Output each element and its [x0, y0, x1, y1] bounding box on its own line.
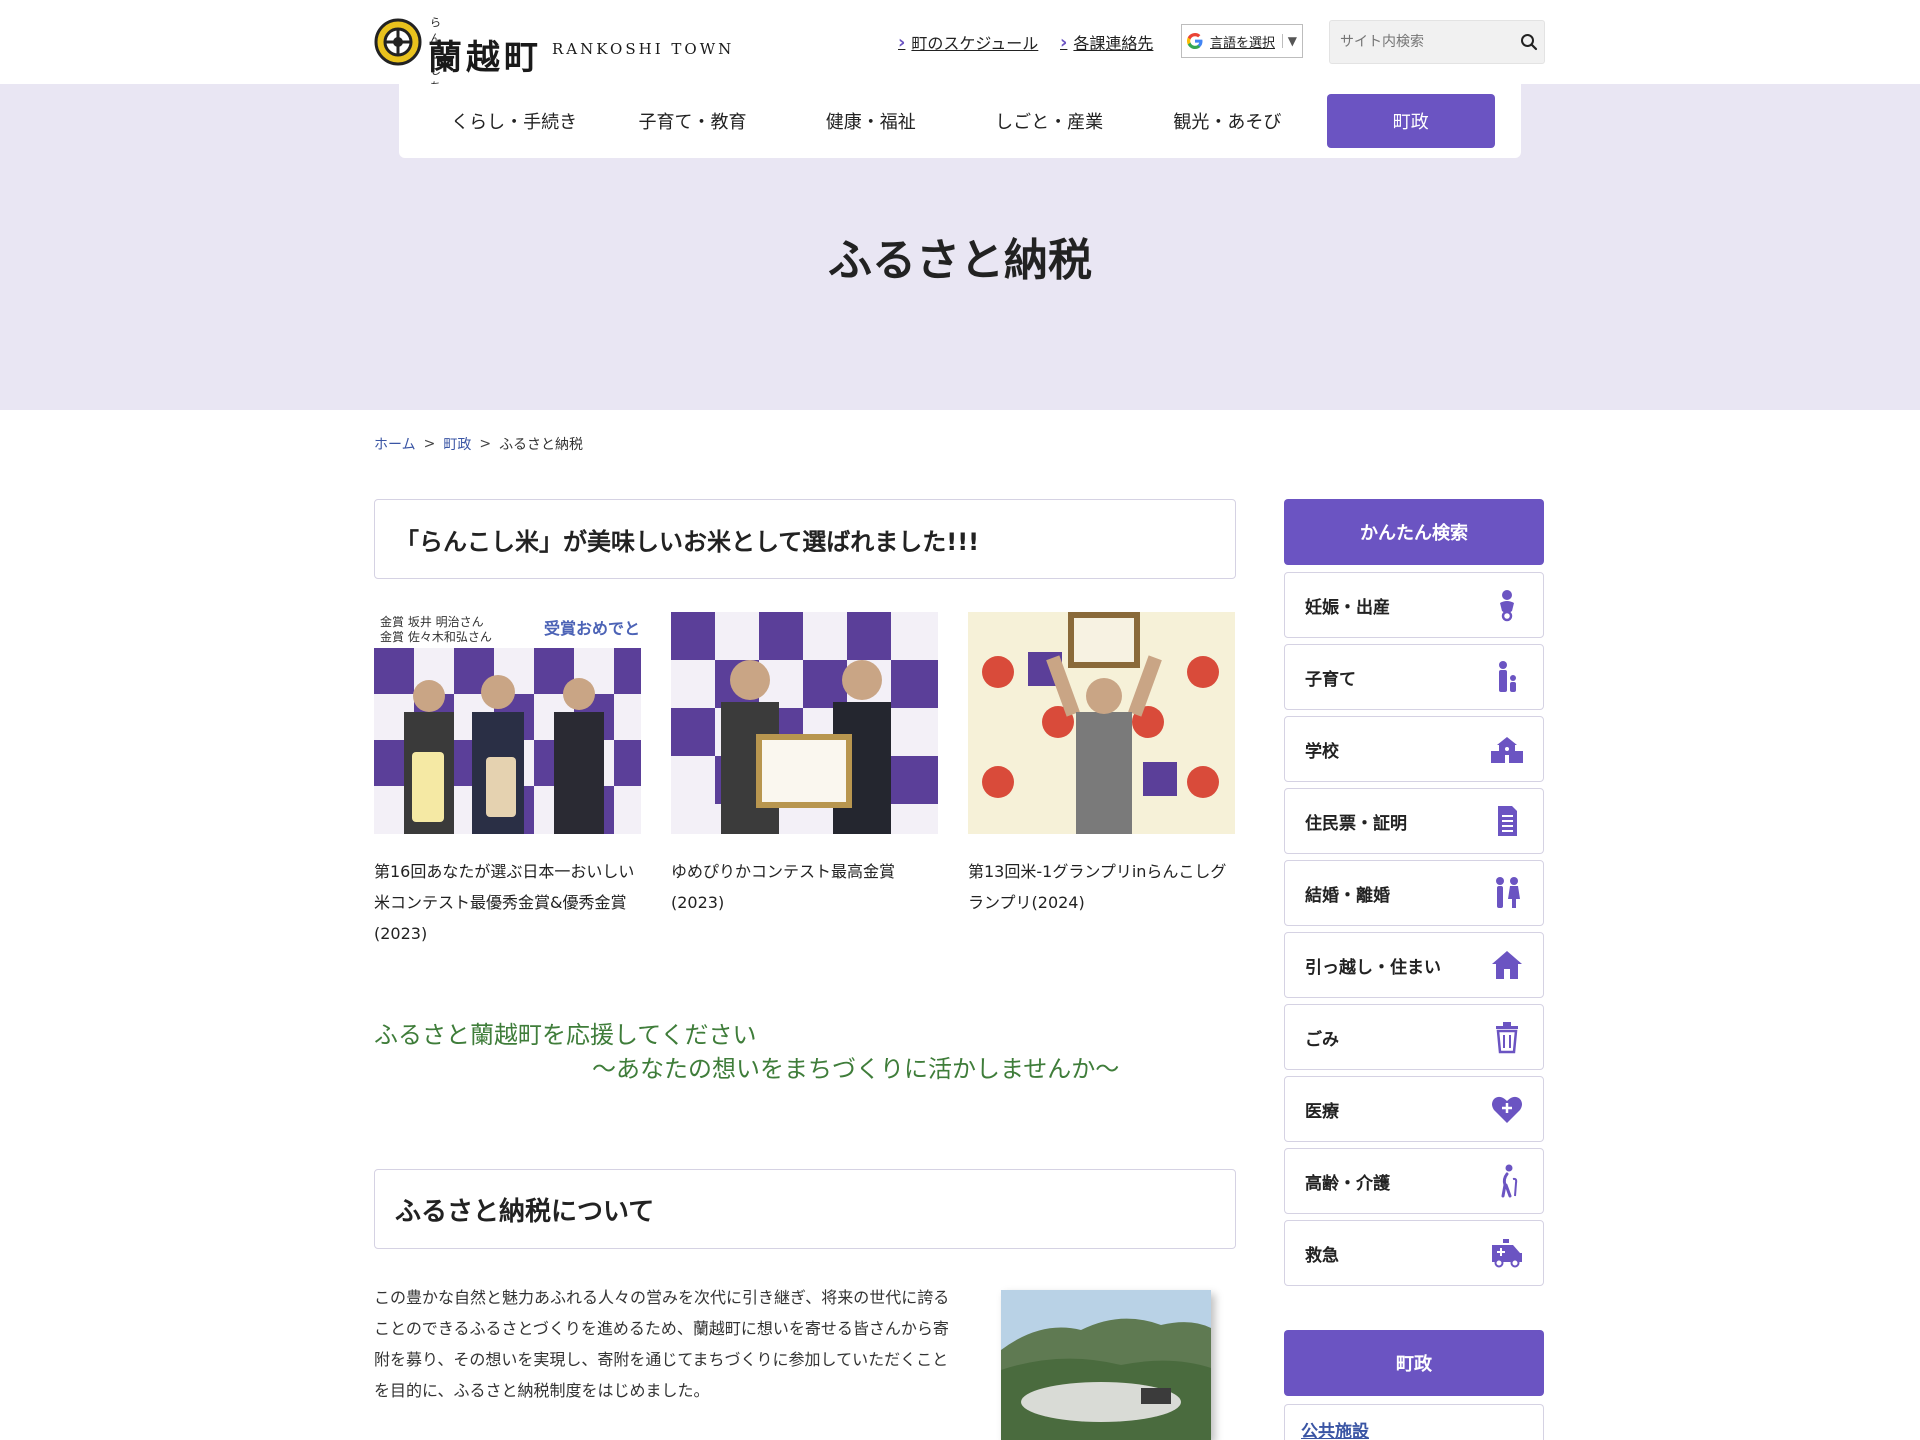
parent-child-icon: [1499, 661, 1516, 692]
photo-caption: 第16回あなたが選ぶ日本一おいしい米コンテスト最優秀金賞&優秀金賞(2023): [374, 862, 635, 943]
award-photo-card: 第13回米-1グランプリinらんこしグランプリ(2024): [968, 612, 1235, 949]
quick-search-heading: かんたん検索: [1284, 499, 1544, 565]
town-emblem-icon: [374, 18, 422, 66]
breadcrumb: ホーム > 町政 > ふるさと納税: [374, 434, 583, 454]
quick-search-item-certificates[interactable]: 住民票・証明: [1284, 788, 1544, 854]
quick-search-label: 住民票・証明: [1305, 813, 1407, 834]
breadcrumb-current: ふるさと納税: [499, 437, 584, 453]
quick-search-item-moving-housing[interactable]: 引っ越し・住まい: [1284, 932, 1544, 998]
chevron-right-icon: ›: [898, 31, 906, 53]
award-photo-gallery: 金賞 坂井 明治さん 金賞 佐々木和弘さん 受賞おめでと 第16回あなたが選ぶ日…: [374, 612, 1236, 949]
site-logo[interactable]: らんこしちょう 蘭越町 RANKOSHI TOWN: [374, 12, 731, 125]
quick-search-label: 子育て: [1305, 669, 1356, 690]
quick-search-label: 引っ越し・住まい: [1305, 957, 1441, 978]
quick-search-item-childcare[interactable]: 子育て: [1284, 644, 1544, 710]
quick-search-list: 妊娠・出産 子育て 学校 住民票・証明 結婚・離婚 引っ越し・住まい ごみ 医療…: [1284, 572, 1544, 1292]
trash-icon: [1496, 1022, 1518, 1054]
quick-search-label: 学校: [1305, 741, 1339, 762]
quick-search-item-medical[interactable]: 医療: [1284, 1076, 1544, 1142]
photo-caption: ゆめぴりかコンテスト最高金賞(2023): [671, 862, 896, 912]
svg-text:金賞 佐々木和弘さん: 金賞 佐々木和弘さん: [380, 629, 492, 644]
award-photo-card: 金賞 坂井 明治さん 金賞 佐々木和弘さん 受賞おめでと 第16回あなたが選ぶ日…: [374, 612, 641, 949]
photo-caption: 第13回米-1グランプリinらんこしグランプリ(2024): [968, 862, 1227, 912]
search-icon: [1521, 34, 1538, 51]
logo-kanji: 蘭越町: [428, 38, 542, 78]
couple-icon: [1496, 877, 1520, 908]
dropdown-arrow-icon: ▼: [1281, 34, 1302, 48]
award-photo-rice-contest[interactable]: 金賞 坂井 明治さん 金賞 佐々木和弘さん 受賞おめでと: [374, 612, 641, 834]
section-heading-about: ふるさと納税について: [374, 1169, 1236, 1249]
quick-search-item-elderly-care[interactable]: 高齢・介護: [1284, 1148, 1544, 1214]
quick-search-label: 妊娠・出産: [1305, 597, 1390, 618]
search-input[interactable]: [1330, 21, 1514, 63]
search-button[interactable]: [1514, 22, 1544, 62]
nav-item-work-industry[interactable]: しごと・産業: [960, 94, 1138, 148]
schedule-link[interactable]: › 町のスケジュール: [898, 30, 1038, 54]
quick-search-label: 救急: [1305, 1245, 1339, 1266]
house-icon: [1492, 951, 1522, 979]
nav-item-health-welfare[interactable]: 健康・福祉: [782, 94, 960, 148]
medical-heart-icon: [1492, 1096, 1522, 1123]
svg-text:受賞おめでと: 受賞おめでと: [544, 619, 640, 638]
nav-item-living[interactable]: くらし・手続き: [425, 94, 603, 148]
landscape-photo[interactable]: [1001, 1290, 1211, 1440]
contacts-link-label: 各課連絡先: [1073, 34, 1154, 53]
about-paragraph: この豊かな自然と魅力あふれる人々の営みを次代に引き継ぎ、将来の世代に誇ることので…: [374, 1288, 950, 1400]
section-heading-rice-award: 「らんこし米」が美味しいお米として選ばれました!!!: [374, 499, 1236, 579]
site-header: らんこしちょう 蘭越町 RANKOSHI TOWN › 町のスケジュール › 各…: [0, 0, 1920, 125]
google-icon: [1187, 33, 1203, 49]
nav-item-town-government[interactable]: 町政: [1326, 94, 1495, 148]
quick-search-item-marriage[interactable]: 結婚・離婚: [1284, 860, 1544, 926]
sidebar-item-public-facilities[interactable]: 公共施設: [1284, 1404, 1544, 1440]
slogan-line-1: ふるさと蘭越町を応援してください: [374, 1021, 757, 1049]
language-select[interactable]: 言語を選択 ▼: [1181, 24, 1303, 58]
svg-text:金賞 坂井 明治さん: 金賞 坂井 明治さん: [380, 614, 484, 629]
breadcrumb-separator: >: [423, 436, 436, 452]
quick-search-label: 高齢・介護: [1305, 1173, 1390, 1194]
town-government-heading: 町政: [1284, 1330, 1544, 1396]
logo-english: RANKOSHI TOWN: [552, 40, 735, 58]
award-photo-card: ゆめぴりかコンテスト最高金賞(2023): [671, 612, 938, 949]
slogan-line-2: ～あなたの想いをまちづくりに活かしませんか～: [592, 1055, 1120, 1083]
global-nav: くらし・手続き 子育て・教育 健康・福祉 しごと・産業 観光・あそび 町政: [399, 84, 1521, 158]
quick-search-item-emergency[interactable]: 救急: [1284, 1220, 1544, 1286]
quick-search-item-pregnancy[interactable]: 妊娠・出産: [1284, 572, 1544, 638]
support-slogan: ふるさと蘭越町を応援してください ～あなたの想いをまちづくりに活かしませんか～: [374, 1018, 1119, 1086]
site-search: [1329, 20, 1545, 64]
nav-item-tourism[interactable]: 観光・あそび: [1138, 94, 1316, 148]
school-icon: [1491, 737, 1523, 763]
document-icon: [1498, 806, 1517, 836]
award-photo-kome1-grandprix[interactable]: [968, 612, 1235, 834]
contacts-link[interactable]: › 各課連絡先: [1060, 30, 1153, 54]
quick-search-label: 結婚・離婚: [1305, 885, 1390, 906]
baby-icon: [1500, 590, 1514, 622]
breadcrumb-town-government[interactable]: 町政: [443, 434, 471, 454]
schedule-link-label: 町のスケジュール: [911, 34, 1039, 53]
quick-search-label: 医療: [1305, 1101, 1339, 1122]
award-photo-yumepirika[interactable]: [671, 612, 938, 834]
page-title: ふるさと納税: [828, 235, 1092, 286]
quick-search-item-garbage[interactable]: ごみ: [1284, 1004, 1544, 1070]
ambulance-icon: [1492, 1239, 1522, 1268]
nav-item-childcare-education[interactable]: 子育て・教育: [603, 94, 781, 148]
chevron-right-icon: ›: [1060, 31, 1068, 53]
language-select-label: 言語を選択: [1210, 35, 1276, 51]
quick-search-label: ごみ: [1305, 1029, 1339, 1050]
breadcrumb-separator: >: [479, 436, 492, 452]
hero-band: くらし・手続き 子育て・教育 健康・福祉 しごと・産業 観光・あそび 町政 ふる…: [0, 84, 1920, 410]
breadcrumb-home[interactable]: ホーム: [374, 434, 416, 454]
elderly-icon: [1501, 1164, 1518, 1198]
quick-search-item-school[interactable]: 学校: [1284, 716, 1544, 782]
